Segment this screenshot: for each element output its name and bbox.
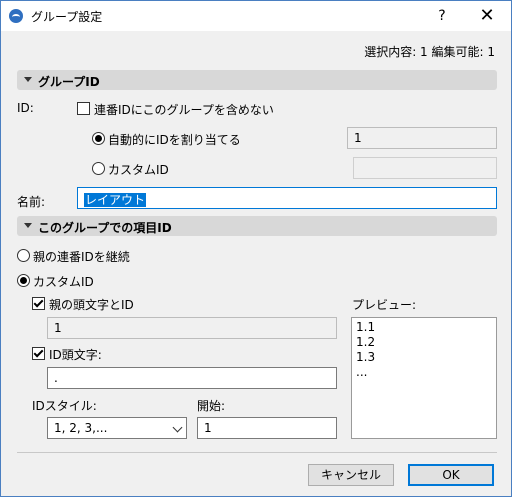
title-bar: グループ設定 ? ✕ [1, 1, 511, 31]
preview-box: 1.1 1.2 1.3 ... [351, 317, 497, 439]
selection-summary: 選択内容: 1 編集可能: 1 [364, 45, 495, 59]
id-prefix-checkbox[interactable] [32, 347, 45, 360]
preview-line: ... [356, 365, 368, 379]
section-header-group-id[interactable]: グループID [17, 70, 497, 90]
name-input-value: レイアウト [84, 193, 147, 207]
id-style-label: IDスタイル: [32, 399, 97, 413]
start-label: 開始: [197, 399, 226, 413]
section-header-item-id[interactable]: このグループでの項目ID [17, 216, 497, 236]
app-logo-icon [9, 9, 23, 23]
section-title: グループID [38, 75, 100, 89]
collapse-triangle-icon [24, 77, 32, 82]
help-button[interactable]: ? [422, 1, 462, 31]
exclude-from-sequence-label: 連番IDにこのグループを含めない [94, 103, 274, 117]
group-settings-dialog: グループ設定 ? ✕ 選択内容: 1 編集可能: 1 グループID ID: 連番… [0, 0, 512, 497]
preview-line: 1.2 [356, 335, 376, 349]
footer-divider [17, 452, 497, 453]
id-prefix-label: ID頭文字: [49, 348, 102, 362]
parent-prefix-value-field: 1 [47, 317, 337, 339]
auto-assign-id-radio[interactable] [92, 132, 105, 145]
id-style-value: 1, 2, 3,... [54, 421, 108, 435]
inherit-parent-sequence-label: 親の連番IDを継続 [33, 250, 130, 264]
collapse-triangle-icon [24, 223, 32, 228]
custom-item-id-label: カスタムID [33, 275, 94, 289]
custom-group-id-field[interactable] [353, 157, 497, 179]
ok-button[interactable]: OK [408, 464, 494, 486]
preview-line: 1.1 [356, 320, 376, 334]
parent-prefix-label: 親の頭文字とID [49, 298, 134, 312]
exclude-from-sequence-checkbox[interactable] [77, 102, 90, 115]
auto-assign-id-label: 自動的にIDを割り当てる [108, 133, 241, 147]
cancel-button[interactable]: キャンセル [308, 464, 394, 486]
id-label: ID: [17, 101, 34, 115]
custom-group-id-label: カスタムID [108, 163, 169, 177]
section-title: このグループでの項目ID [38, 221, 172, 235]
name-label: 名前: [17, 195, 46, 209]
custom-item-id-radio[interactable] [17, 274, 30, 287]
auto-id-value-field: 1 [347, 127, 497, 149]
inherit-parent-sequence-radio[interactable] [17, 249, 30, 262]
close-button[interactable]: ✕ [467, 1, 507, 31]
dialog-body: 選択内容: 1 編集可能: 1 グループID ID: 連番IDにこのグループを含… [1, 31, 511, 496]
id-prefix-input[interactable]: . [47, 367, 337, 389]
name-input[interactable]: レイアウト [77, 187, 497, 209]
custom-group-id-radio[interactable] [92, 162, 105, 175]
window-title: グループ設定 [31, 10, 103, 24]
id-style-select[interactable]: 1, 2, 3,... [47, 417, 187, 439]
chevron-down-icon [172, 422, 183, 433]
preview-line: 1.3 [356, 350, 376, 364]
preview-label: プレビュー: [352, 298, 417, 312]
start-input[interactable]: 1 [197, 417, 337, 439]
parent-prefix-checkbox[interactable] [32, 297, 45, 310]
